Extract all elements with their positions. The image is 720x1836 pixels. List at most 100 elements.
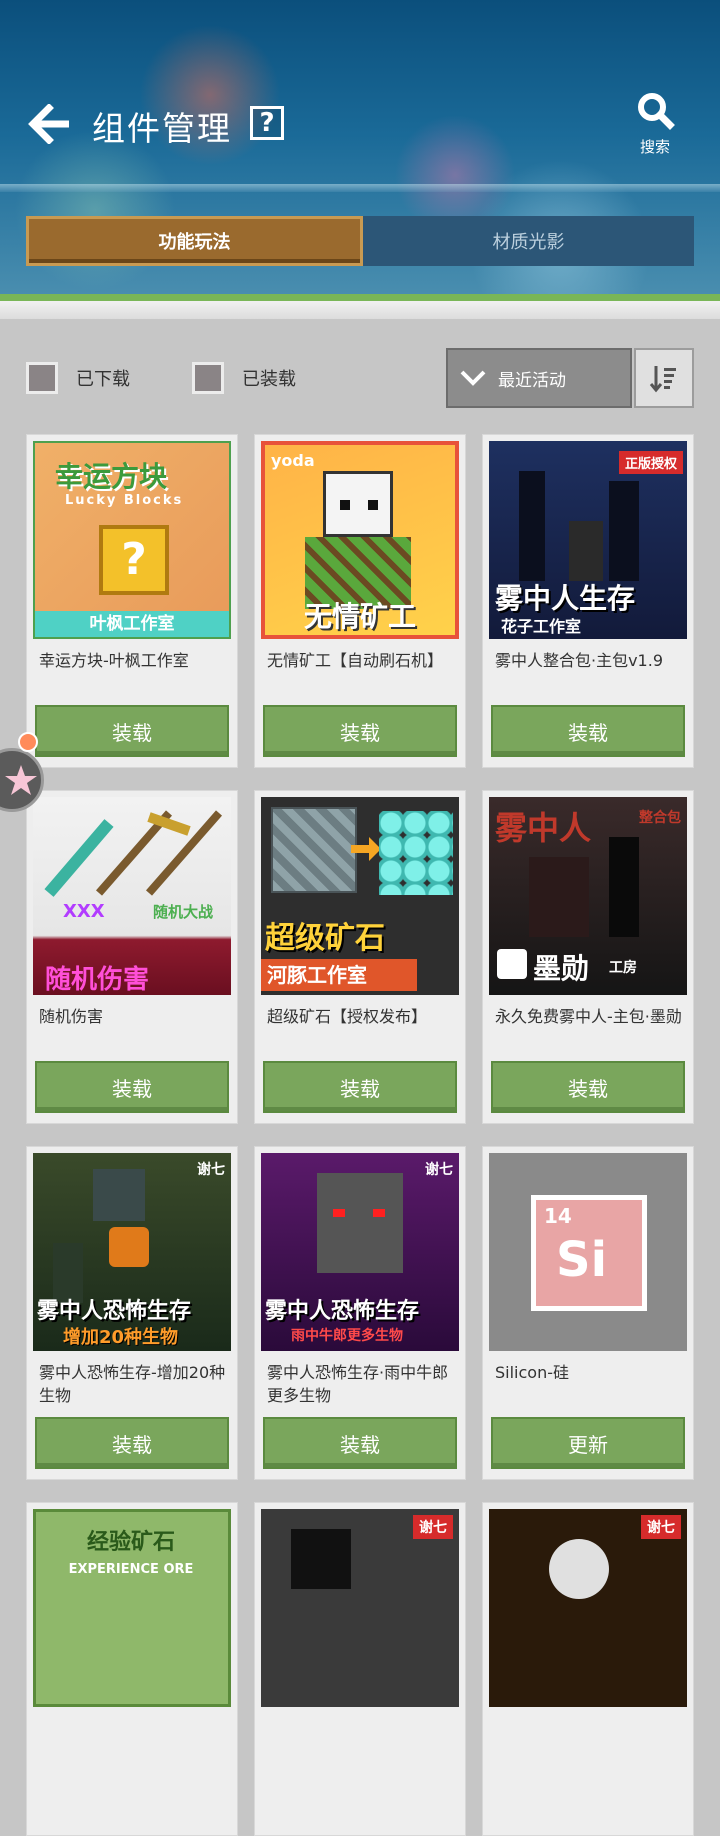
card-title: 雾中人恐怖生存-增加20种生物 [39, 1363, 226, 1405]
thumb-caption: yoda [271, 451, 315, 470]
thumb-caption: 雨中牛郎更多生物 [291, 1328, 403, 1344]
thumb-caption: 花子工作室 [501, 617, 582, 636]
installed-checkbox[interactable] [192, 362, 224, 394]
downloaded-checkbox[interactable] [26, 362, 58, 394]
back-button[interactable] [24, 100, 76, 148]
weapons-icon: XXX 随机大战 随机伤害 [33, 797, 231, 995]
component-card[interactable]: 谢七 [482, 1502, 694, 1836]
install-button[interactable]: 装载 [35, 1417, 229, 1469]
fog-man-silhouette [569, 521, 603, 581]
component-card[interactable]: 谢七 雾中人恐怖生存 增加20种生物 雾中人恐怖生存-增加20种生物 装载 [26, 1146, 238, 1480]
tab-bar: 功能玩法 材质光影 [26, 216, 694, 266]
search-button[interactable]: 搜索 [622, 90, 688, 162]
lucky-block-icon: 幸运方块 Lucky Blocks ? 叶枫工作室 [33, 441, 231, 639]
silicon-block: 14 Si [531, 1195, 647, 1311]
thumb-caption: 雾中人恐怖生存 [37, 1299, 192, 1324]
miner-icon: yoda 无情矿工 [261, 441, 459, 639]
component-card[interactable]: 谢七 雾中人恐怖生存 雨中牛郎更多生物 雾中人恐怖生存·雨中牛郎更多生物 装载 [254, 1146, 466, 1480]
thumb-caption: 雾中人生存 [495, 582, 636, 615]
star-icon [5, 765, 37, 795]
component-card[interactable]: 正版授权 雾中人生存 花子工作室 雾中人整合包·主包v1.9 装载 [482, 434, 694, 768]
downloaded-label: 已下载 [76, 369, 130, 390]
sort-descending-icon [649, 366, 676, 393]
thumb-caption: 经验矿石 [86, 1530, 175, 1555]
miner-head [323, 471, 393, 537]
tab-gameplay[interactable]: 功能玩法 [26, 216, 363, 266]
thumb-caption: 超级矿石 [265, 921, 385, 956]
thumb-caption: 随机伤害 [45, 965, 150, 995]
thumb-caption: 谢七 [641, 1515, 681, 1539]
diamond-cluster [379, 811, 453, 895]
thumb-caption: XXX [63, 901, 105, 922]
thumb-caption: 雾中人 [495, 809, 592, 847]
thumb-caption: 墨勋 [533, 952, 590, 985]
notification-dot [18, 732, 38, 752]
install-button[interactable]: 装载 [263, 1417, 457, 1469]
mob-head [93, 1169, 145, 1221]
thumb-caption: 正版授权 [618, 451, 683, 474]
downloaded-filter[interactable]: 已下载 [26, 360, 130, 396]
thumb-caption: 增加20种生物 [63, 1327, 179, 1348]
thumb-caption: Si [556, 1232, 608, 1288]
card-title: 雾中人整合包·主包v1.9 [495, 651, 664, 670]
component-card[interactable]: 幸运方块 Lucky Blocks ? 叶枫工作室 幸运方块-叶枫工作室 装载 [26, 434, 238, 768]
diamond-ore-icon: 超级矿石 河豚工作室 [261, 797, 459, 995]
header-shadow-line [0, 301, 720, 319]
card-title: 幸运方块-叶枫工作室 [39, 651, 189, 670]
card-title: 超级矿石【授权发布】 [267, 1007, 428, 1026]
experience-ore-icon: 经验矿石 EXPERIENCE ORE [33, 1509, 231, 1707]
question-block: ? [99, 525, 169, 595]
component-card[interactable]: 14 Si Silicon-硅 更新 [482, 1146, 694, 1480]
tab-textures[interactable]: 材质光影 [363, 216, 694, 266]
card-title: Silicon-硅 [495, 1363, 569, 1382]
installed-label: 已装载 [242, 369, 296, 390]
component-card[interactable]: 超级矿石 河豚工作室 超级矿石【授权发布】 装载 [254, 790, 466, 1124]
card-title: 无情矿工【自动刷石机】 [267, 651, 444, 670]
component-card[interactable]: yoda 无情矿工 无情矿工【自动刷石机】 装载 [254, 434, 466, 768]
install-button[interactable]: 装载 [491, 1061, 685, 1113]
help-button[interactable]: ? [250, 106, 284, 140]
header-banner: 组件管理 ? 搜索 功能玩法 材质光影 [0, 0, 720, 300]
thumb-caption: 谢七 [197, 1162, 225, 1178]
sort-control: 最近活动 [446, 348, 694, 408]
thumb-caption: 雾中人恐怖生存 [265, 1299, 420, 1324]
horror-mob-icon: 谢七 雾中人恐怖生存 增加20种生物 [33, 1153, 231, 1351]
fog-man-silhouette [609, 837, 639, 937]
mob-head [317, 1173, 403, 1273]
install-button[interactable]: 装载 [263, 1061, 457, 1113]
thumb-caption: 工房 [609, 960, 637, 976]
horror-mob-icon: 谢七 [489, 1509, 687, 1707]
pumpkin-head [109, 1227, 149, 1267]
silicon-block-icon: 14 Si [489, 1153, 687, 1351]
install-button[interactable]: 装载 [263, 705, 457, 757]
thumb-caption: 叶枫工作室 [35, 611, 229, 637]
mob-head [549, 1539, 609, 1599]
fog-man-icon: 雾中人 整合包 墨勋 工房 [489, 797, 687, 995]
component-card[interactable]: 经验矿石 EXPERIENCE ORE [26, 1502, 238, 1836]
update-button[interactable]: 更新 [491, 1417, 685, 1469]
component-card[interactable]: XXX 随机大战 随机伤害 随机伤害 装载 [26, 790, 238, 1124]
ore-block [271, 807, 357, 893]
thumb-caption: 谢七 [413, 1515, 453, 1539]
thumb-caption: 谢七 [425, 1162, 453, 1178]
chevron-down-icon [448, 370, 498, 386]
component-card[interactable]: 雾中人 整合包 墨勋 工房 永久免费雾中人-主包·墨勋 装载 [482, 790, 694, 1124]
sort-order-button[interactable] [634, 348, 694, 408]
thumb-caption: 14 [544, 1204, 572, 1228]
card-title: 随机伤害 [39, 1007, 104, 1026]
thumb-caption: EXPERIENCE ORE [68, 1562, 194, 1577]
fog-man-silhouette [529, 857, 589, 937]
sword-icon [44, 810, 223, 897]
component-card[interactable]: 谢七 [254, 1502, 466, 1836]
thumb-caption: 幸运方块 [55, 460, 168, 493]
studio-logo [497, 949, 527, 979]
install-button[interactable]: 装载 [35, 1061, 229, 1113]
thumb-caption: 随机大战 [153, 903, 214, 921]
installed-filter[interactable]: 已装载 [192, 360, 296, 396]
fog-man-silhouette [519, 471, 545, 581]
install-button[interactable]: 装载 [491, 705, 685, 757]
page-title: 组件管理 [92, 109, 232, 148]
sort-dropdown[interactable]: 最近活动 [446, 348, 632, 408]
horror-mob-icon: 谢七 [261, 1509, 459, 1707]
install-button[interactable]: 装载 [35, 705, 229, 757]
